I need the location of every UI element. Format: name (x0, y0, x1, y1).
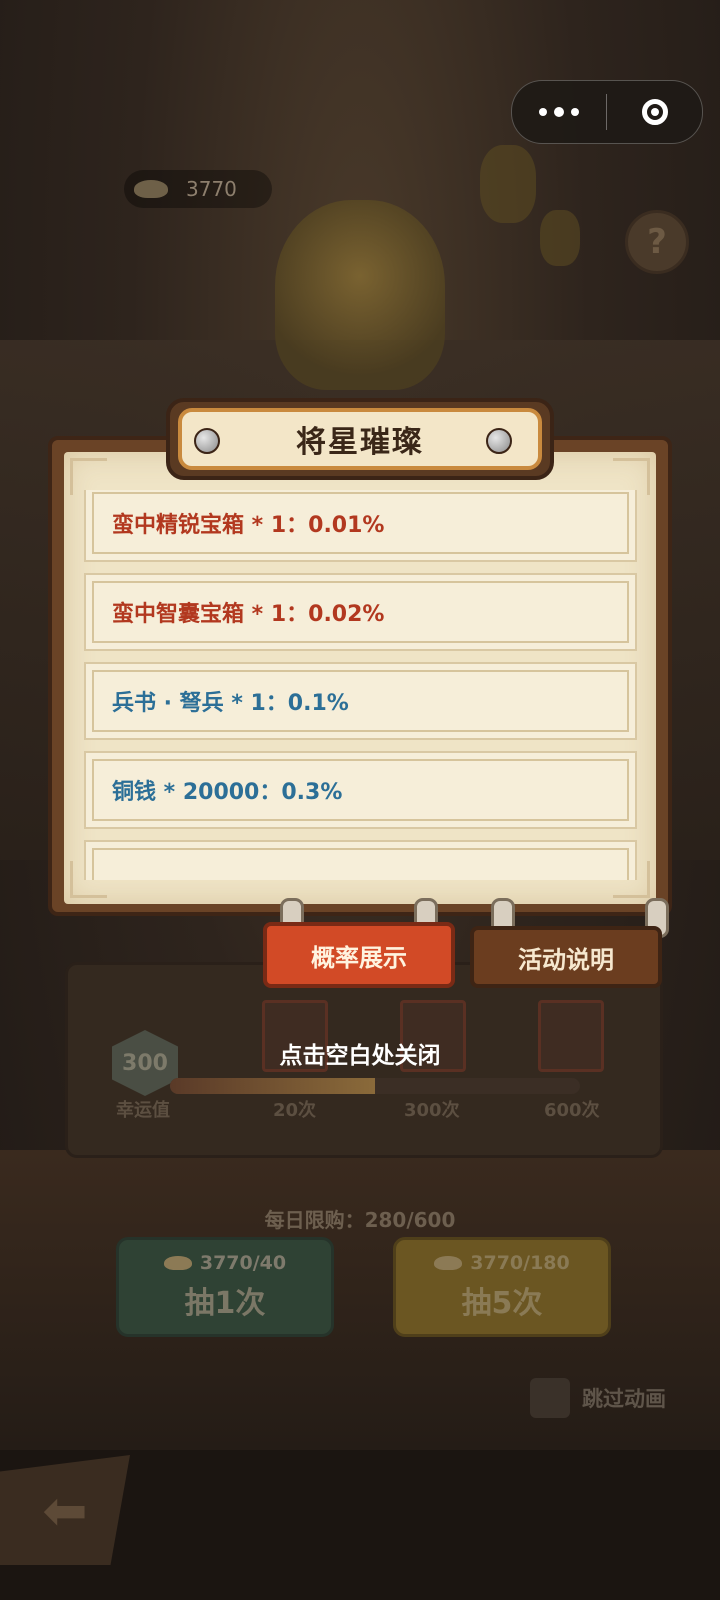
close-hint: 点击空白处关闭 (279, 1043, 441, 1069)
tab-probability-label: 概率展示 (311, 943, 407, 972)
list-item: 蛮中精锐宝箱 * 1：0.01% (84, 490, 637, 562)
probability-list[interactable]: 蛮中精锐宝箱 * 1：0.01% 蛮中智囊宝箱 * 1：0.02% 兵书 · 弩… (84, 490, 637, 880)
list-item (84, 840, 637, 880)
tab-activity-info[interactable]: 活动说明 (470, 926, 662, 988)
tab-activity-info-label: 活动说明 (518, 945, 614, 974)
item-text: 蛮中智囊宝箱 * 1：0.02% (112, 602, 385, 627)
item-text: 兵书 · 弩兵 * 1：0.1% (112, 691, 349, 716)
item-text: 铜钱 * 20000：0.3% (112, 780, 343, 805)
rivet-icon (194, 428, 220, 454)
tab-probability[interactable]: 概率展示 (263, 922, 455, 988)
list-item: 兵书 · 弩兵 * 1：0.1% (84, 662, 637, 740)
rivet-icon (486, 428, 512, 454)
list-item: 铜钱 * 20000：0.3% (84, 751, 637, 829)
item-text: 蛮中精锐宝箱 * 1：0.01% (112, 513, 385, 538)
list-item: 蛮中智囊宝箱 * 1：0.02% (84, 573, 637, 651)
